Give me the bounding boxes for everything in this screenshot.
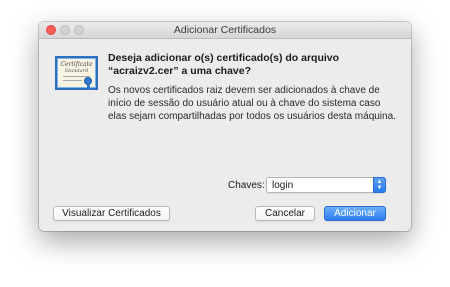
seal-ribbon-icon <box>87 85 90 90</box>
dialog-message: Os novos certificados raiz devem ser adi… <box>108 85 396 122</box>
view-certificates-button[interactable]: Visualizar Certificados <box>53 206 170 221</box>
seal-icon <box>84 77 92 85</box>
window-title: Adicionar Certificados <box>173 24 277 36</box>
add-button[interactable]: Adicionar <box>324 206 386 221</box>
keychain-label: Chaves: <box>228 180 265 191</box>
title-bar: Adicionar Certificados <box>39 22 411 39</box>
dialog-heading: Deseja adicionar o(s) certificado(s) do … <box>108 52 340 77</box>
certificate-icon-text: Certificate <box>60 61 93 68</box>
certificate-line <box>63 80 82 81</box>
certificate-icon: Certificate Standard <box>55 56 98 90</box>
certificate-icon-subtext: Standard <box>64 68 89 74</box>
keychain-select[interactable]: login ▲ ▼ <box>266 177 386 193</box>
keychain-selected-value: login <box>272 180 294 191</box>
cancel-button[interactable]: Cancelar <box>255 206 315 221</box>
add-certificates-dialog: Adicionar Certificados Certificate Stand… <box>39 22 411 231</box>
chevron-updown-icon: ▲ ▼ <box>373 177 386 193</box>
